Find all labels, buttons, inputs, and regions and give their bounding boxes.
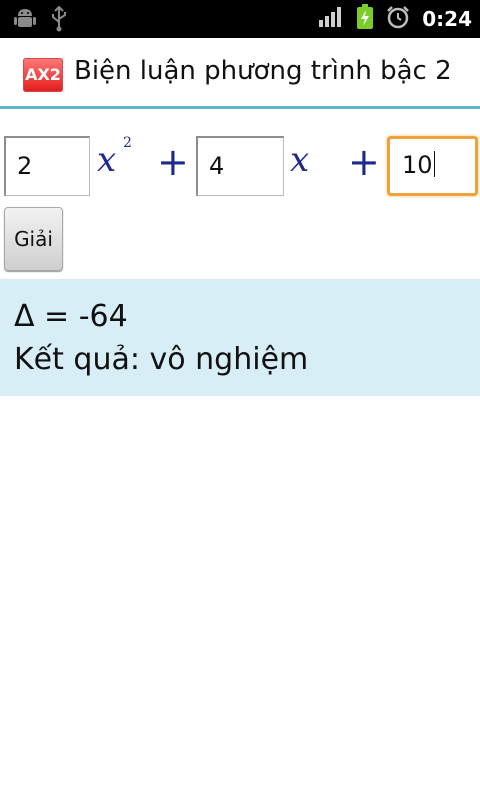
coefficient-a-value: 2 — [17, 152, 33, 180]
coefficient-c-value: 10 — [402, 151, 433, 179]
android-icon — [14, 6, 36, 36]
clock-time: 0:24 — [422, 7, 472, 31]
delta-result: Δ = -64 — [14, 299, 128, 334]
plus-sign: + — [157, 140, 189, 184]
signal-icon — [318, 6, 344, 32]
usb-icon — [50, 5, 68, 36]
conclusion-result: Kết quả: vô nghiệm — [14, 342, 309, 377]
title-bar: AX2 Biện luận phương trình bậc 2 — [0, 38, 480, 106]
alarm-icon — [386, 5, 410, 33]
exponent-label: 2 — [123, 135, 132, 151]
x-variable: x — [290, 140, 310, 180]
solve-button[interactable]: Giải — [4, 207, 63, 271]
plus-sign: + — [348, 140, 380, 184]
app-logo-icon: AX2 — [23, 58, 63, 92]
coefficient-b-value: 4 — [209, 152, 225, 180]
text-cursor — [433, 151, 435, 177]
page-title: Biện luận phương trình bậc 2 — [74, 56, 452, 86]
x-squared-variable: x — [97, 140, 117, 180]
coefficient-b-input[interactable]: 4 — [196, 136, 284, 196]
result-panel: Δ = -64 Kết quả: vô nghiệm — [0, 279, 480, 396]
coefficient-a-input[interactable]: 2 — [4, 136, 90, 196]
battery-charging-icon — [356, 4, 374, 34]
coefficient-c-input[interactable]: 10 — [387, 136, 478, 196]
status-bar: 0:24 — [0, 0, 480, 38]
title-divider — [0, 106, 480, 109]
